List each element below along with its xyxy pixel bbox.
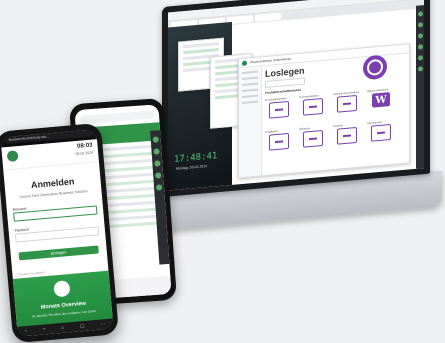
app-brand: Wissenszentrum Unternehmen bbox=[250, 56, 292, 65]
phone-front: Breitband-Erschließung.web... 08:03 05.0… bbox=[0, 122, 120, 343]
tile-search[interactable]: Sucharbeitsplätze bbox=[299, 94, 327, 122]
tile-tasks[interactable]: Taskwelt bbox=[333, 123, 361, 151]
laptop-screen: 17:48:41 Montag, 09.02.2024 Wissenszentr… bbox=[162, 0, 430, 197]
desktop-clock: 17:48:41 bbox=[174, 151, 218, 165]
avatar bbox=[363, 54, 387, 81]
tile-wissensdatenbank[interactable]: Wissensdatenbank W bbox=[367, 88, 395, 116]
phone-browser-nav: ‹ + ⌂ ▢ ⋯ bbox=[17, 318, 114, 337]
checklist-icon bbox=[337, 126, 357, 145]
section-heading: Produktbeschaffenheiten bbox=[265, 87, 302, 95]
overview-panel: Monats Overview Ihr aktueller Überblick … bbox=[12, 270, 114, 337]
wiki-list-icon bbox=[303, 129, 323, 148]
phone-back-dock[interactable] bbox=[150, 130, 170, 265]
home-icon[interactable]: ⌂ bbox=[61, 325, 65, 331]
app-sidebar[interactable] bbox=[239, 66, 262, 178]
phone-back-url-bar[interactable] bbox=[79, 110, 155, 124]
library-icon bbox=[269, 100, 289, 119]
login-subtitle: Unsere Next Generation Business Solution bbox=[19, 189, 88, 200]
app-window[interactable]: Wissenszentrum Unternehmen Loslegen Prod… bbox=[238, 43, 410, 179]
brand-logo-icon bbox=[242, 60, 247, 66]
docs-icon bbox=[337, 94, 357, 113]
search-input[interactable] bbox=[265, 77, 305, 88]
plus-icon[interactable]: + bbox=[42, 326, 45, 332]
app-main: Loslegen Produktbeschaffenheiten Produkt… bbox=[265, 54, 405, 173]
header-date: 05.02.2024 bbox=[75, 150, 94, 157]
menu-icon[interactable]: ⋯ bbox=[100, 321, 106, 327]
overview-icon bbox=[53, 280, 71, 298]
desktop-date: Montag, 09.02.2024 bbox=[176, 164, 208, 171]
brand-logo-icon bbox=[6, 150, 19, 163]
word-icon: W bbox=[372, 92, 390, 108]
search-doc-icon bbox=[303, 97, 323, 116]
tile-internet[interactable]: Internetportal bbox=[367, 120, 395, 148]
tile-calculator[interactable]: Fertigkeiten bbox=[265, 129, 293, 157]
desktop-dock[interactable] bbox=[416, 5, 424, 169]
phone-front-screen: Breitband-Erschließung.web... 08:03 05.0… bbox=[0, 129, 114, 337]
tile-wikipedia[interactable]: Wikipedia bbox=[299, 126, 327, 154]
calculator-icon bbox=[269, 132, 289, 151]
tile-docs[interactable]: Dokumentenverwaltung bbox=[333, 91, 361, 119]
header-time: 08:03 bbox=[76, 142, 93, 150]
login-button[interactable]: Einloggen bbox=[18, 245, 99, 261]
desktop: 17:48:41 Montag, 09.02.2024 Wissenszentr… bbox=[168, 0, 424, 191]
globe-icon bbox=[371, 123, 391, 142]
tabs-icon[interactable]: ▢ bbox=[80, 323, 85, 329]
tile-library[interactable]: Produktbibliotheken bbox=[265, 97, 293, 125]
back-icon[interactable]: ‹ bbox=[25, 328, 27, 334]
